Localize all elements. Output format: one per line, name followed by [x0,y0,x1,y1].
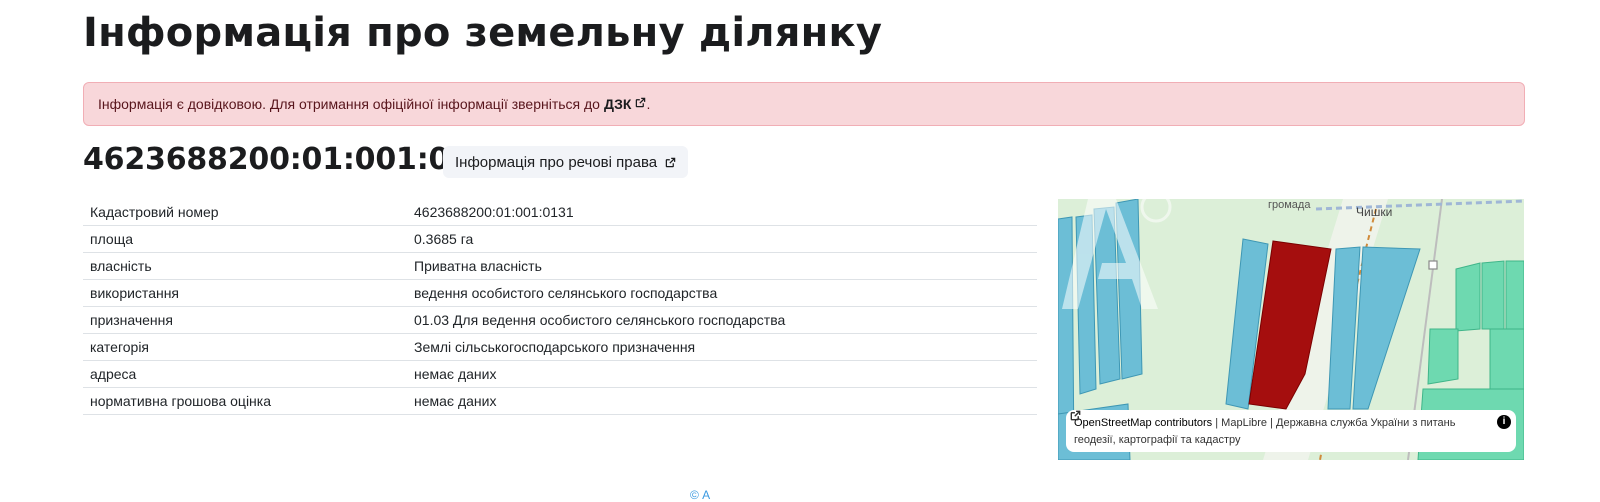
separator: | [1270,417,1273,429]
table-row: площа 0.3685 га [83,225,1037,253]
property-rights-label: Інформація про речові права [455,153,658,171]
row-label: призначення [83,306,407,334]
row-label: використання [83,279,407,307]
row-label: власність [83,252,407,280]
property-rights-button[interactable]: Інформація про речові права [443,146,689,178]
external-link-icon [1070,410,1081,421]
table-row: категорія Землі сільськогосподарського пр… [83,333,1037,361]
attribution-info-icon[interactable]: i [1497,415,1511,429]
maplibre-label: MapLibre [1221,417,1268,429]
table-row: призначення 01.03 Для ведення особистого … [83,306,1037,334]
dzk-link[interactable]: ДЗК [604,96,646,112]
table-row: адреса немає даних [83,360,1037,388]
row-label: нормативна грошова оцінка [83,387,407,415]
alert-suffix: . [646,96,651,112]
reference-info-alert: Інформація є довідковою. Для отримання о… [83,82,1525,126]
row-value: немає даних [407,387,1037,415]
page-title: Інформація про земельну ділянку [83,10,883,56]
row-value: 4623688200:01:001:0131 [407,199,1037,226]
table-row: використання ведення особистого селянсько… [83,279,1037,307]
row-value: 0.3685 га [407,225,1037,253]
row-value: немає даних [407,360,1037,388]
external-link-icon [665,157,676,167]
map-label-community: громада [1268,199,1311,211]
row-value: ведення особистого селянського господарс… [407,279,1037,307]
parcel-map[interactable]: громада Чишки i OpenStreetMap contributo… [1058,199,1524,460]
row-label: адреса [83,360,407,388]
row-label: категорія [83,333,407,361]
footer-copyright: © А [690,488,711,502]
external-link-icon [636,97,646,108]
table-row: Кадастровий номер 4623688200:01:001:0131 [83,199,1037,226]
row-value: Приватна власність [407,252,1037,280]
row-label: Кадастровий номер [83,199,407,226]
table-row: нормативна грошова оцінка немає даних [83,387,1037,415]
separator: | [1215,417,1219,429]
maplibre-link[interactable]: MapLibre [1070,410,1268,429]
osm-attribution: OpenStreetMap contributors [1074,417,1213,429]
parcel-details-table: Кадастровий номер 4623688200:01:001:0131 … [83,199,1037,415]
row-value: Землі сільськогосподарського призначення [407,333,1037,361]
map-attribution: i OpenStreetMap contributors | MapLibre … [1066,410,1516,452]
row-value: 01.03 Для ведення особистого селянського… [407,306,1037,334]
map-label-village: Чишки [1356,205,1392,219]
row-label: площа [83,225,407,253]
table-row: власність Приватна власність [83,252,1037,280]
alert-text: Інформація є довідковою. Для отримання о… [98,96,600,112]
dzk-link-label: ДЗК [603,96,632,112]
